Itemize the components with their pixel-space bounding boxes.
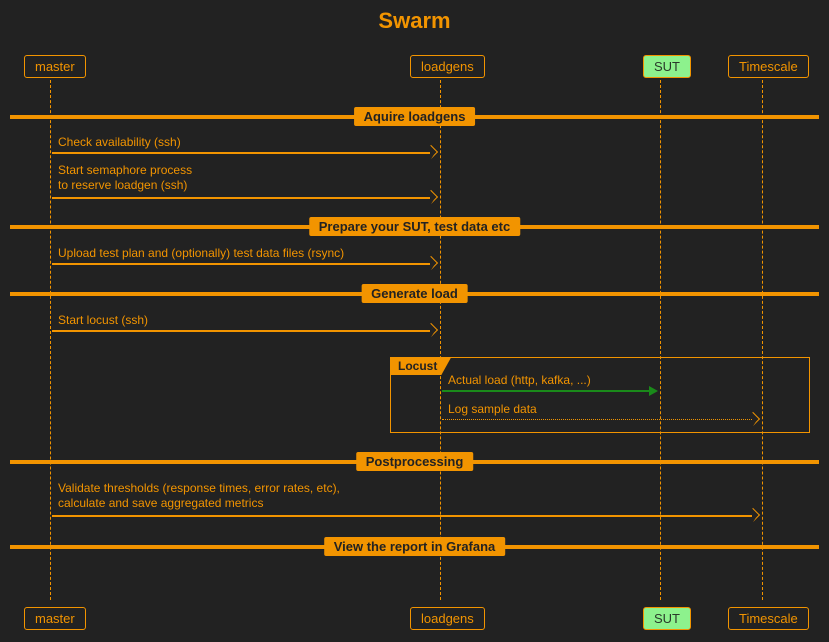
participant-timescale-top: Timescale xyxy=(728,55,809,78)
participant-master-bottom: master xyxy=(24,607,86,630)
participant-loadgens-bottom: loadgens xyxy=(410,607,485,630)
arrow-head xyxy=(424,145,438,159)
divider-generate: Generate load xyxy=(361,284,468,303)
arrow xyxy=(442,390,650,392)
arrow xyxy=(52,330,430,332)
arrow xyxy=(442,419,752,420)
msg-actual-load: Actual load (http, kafka, ...) xyxy=(448,373,591,388)
lifeline-timescale xyxy=(762,80,763,600)
arrow xyxy=(52,515,752,517)
divider-view: View the report in Grafana xyxy=(324,537,506,556)
msg-check: Check availability (ssh) xyxy=(58,135,181,150)
participant-sut-top: SUT xyxy=(643,55,691,78)
lifeline-sut xyxy=(660,80,661,600)
participant-loadgens-top: loadgens xyxy=(410,55,485,78)
msg-validate: Validate thresholds (response times, err… xyxy=(58,481,340,511)
arrow xyxy=(52,263,430,265)
arrow xyxy=(52,197,430,199)
divider-post: Postprocessing xyxy=(356,452,474,471)
arrow-head xyxy=(424,256,438,270)
locust-box-label: Locust xyxy=(390,357,451,375)
arrow-head xyxy=(424,190,438,204)
lifeline-loadgens xyxy=(440,80,441,600)
arrow xyxy=(52,152,430,154)
lifeline-master xyxy=(50,80,51,600)
locust-box: Locust xyxy=(390,357,810,433)
arrow-head xyxy=(649,386,658,396)
divider-prepare: Prepare your SUT, test data etc xyxy=(309,217,520,236)
msg-log-sample: Log sample data xyxy=(448,402,537,417)
msg-upload: Upload test plan and (optionally) test d… xyxy=(58,246,344,261)
msg-start-locust: Start locust (ssh) xyxy=(58,313,148,328)
participant-master-top: master xyxy=(24,55,86,78)
arrow-head xyxy=(424,323,438,337)
diagram-title: Swarm xyxy=(0,8,829,34)
msg-semaphore: Start semaphore process to reserve loadg… xyxy=(58,163,192,193)
participant-sut-bottom: SUT xyxy=(643,607,691,630)
arrow-head xyxy=(746,508,760,522)
participant-timescale-bottom: Timescale xyxy=(728,607,809,630)
divider-aquire: Aquire loadgens xyxy=(354,107,476,126)
